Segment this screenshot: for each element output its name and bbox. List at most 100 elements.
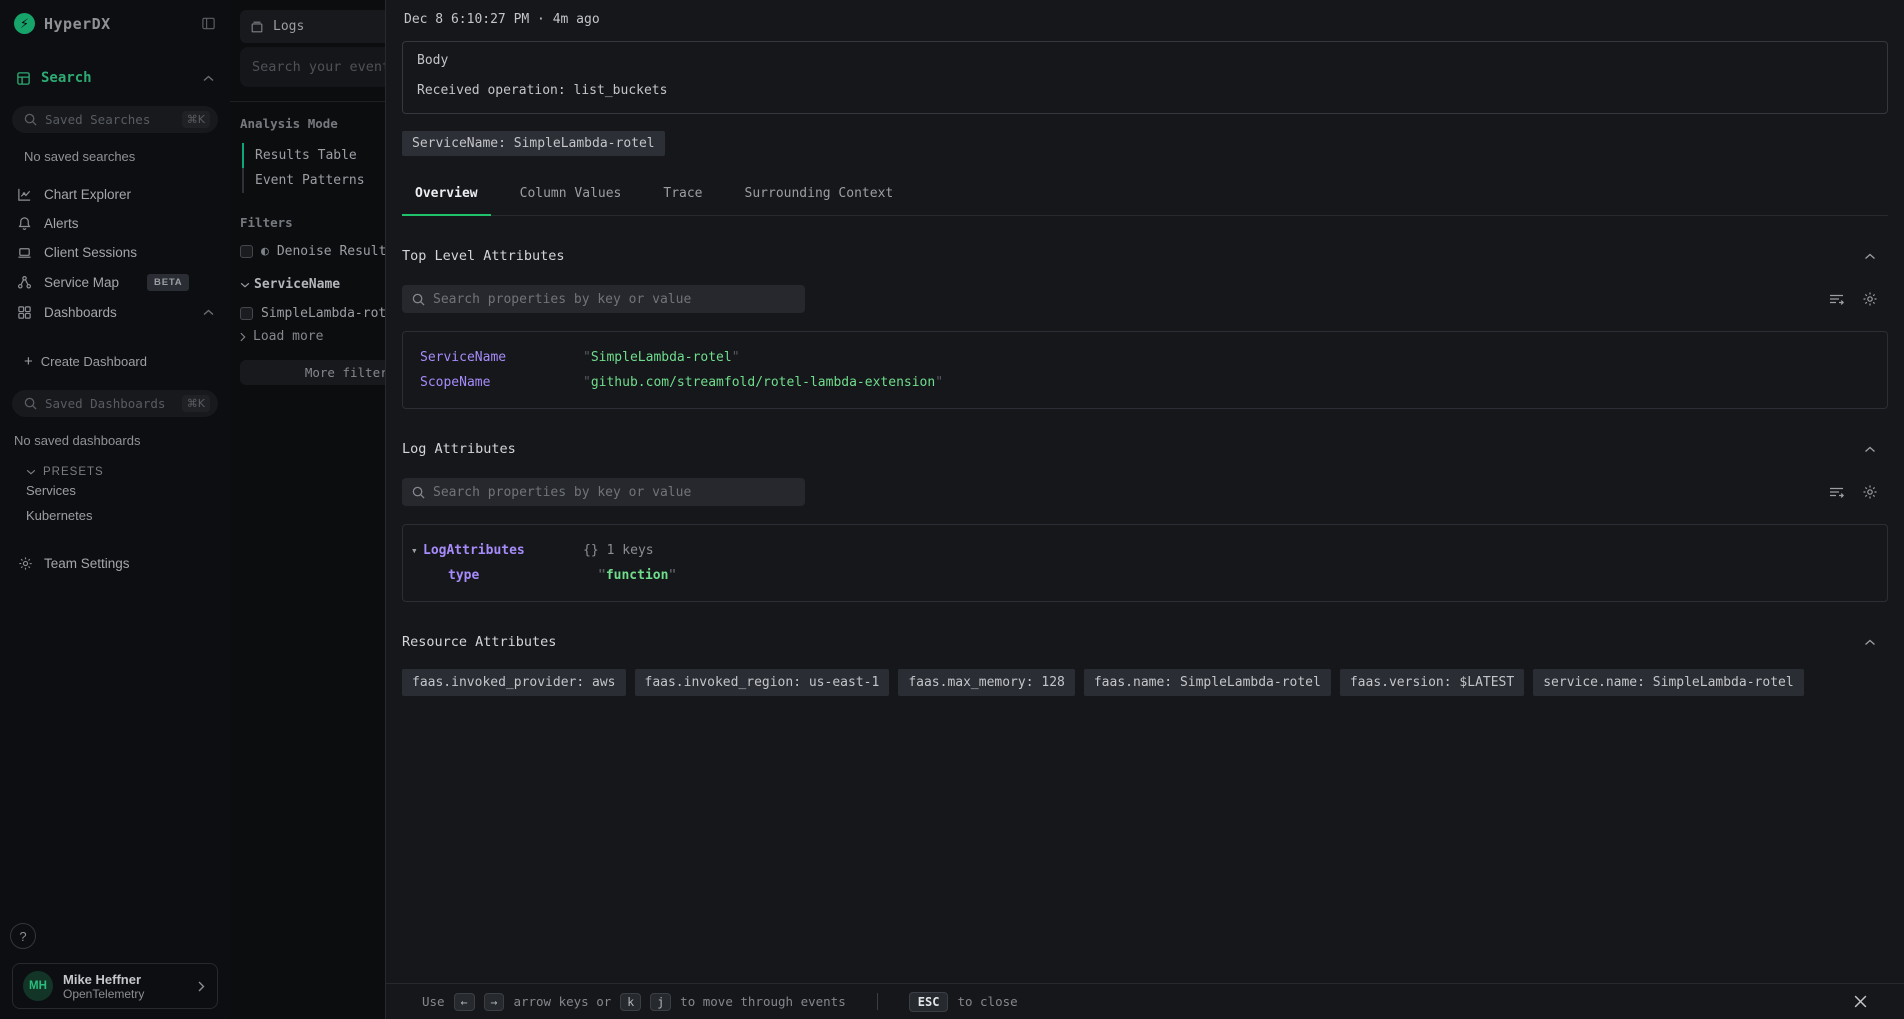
search-filter-panel: Logs Analysis Mode Results Table Event P… (230, 0, 385, 1019)
nav-label: Service Map (44, 275, 119, 290)
collapse-sidebar-icon[interactable] (201, 16, 216, 31)
saved-searches-input[interactable] (45, 112, 174, 127)
mode-results-table[interactable]: Results Table (242, 143, 385, 168)
sidebar-item-service-map[interactable]: Service Map BETA (0, 267, 230, 298)
collapse-section-icon[interactable] (1864, 446, 1888, 453)
dashboards-grid-icon (16, 305, 32, 320)
resource-chip[interactable]: service.name: SimpleLambda-rotel (1533, 669, 1803, 696)
footer-close-text: to close (957, 994, 1017, 1009)
team-settings-label: Team Settings (44, 556, 130, 571)
tab-overview[interactable]: Overview (402, 186, 491, 216)
facet-value-checkbox[interactable] (240, 307, 253, 320)
section-title: Resource Attributes (402, 634, 556, 650)
more-filters-button[interactable]: More filters (240, 360, 385, 385)
section-title: Top Level Attributes (402, 248, 565, 264)
load-more-button[interactable]: Load more (240, 329, 385, 344)
saved-dashboards-input[interactable] (45, 396, 174, 411)
analysis-mode-label: Analysis Mode (240, 116, 385, 131)
saved-dashboards-search[interactable]: ⌘K (12, 390, 218, 417)
saved-searches-search[interactable]: ⌘K (12, 106, 218, 133)
attr-value[interactable]: function (598, 568, 676, 583)
mode-event-patterns[interactable]: Event Patterns (242, 168, 385, 193)
attr-key[interactable]: ServiceName (420, 350, 583, 365)
help-button[interactable]: ? (10, 923, 36, 949)
resource-chip[interactable]: faas.version: $LATEST (1340, 669, 1524, 696)
create-dashboard-button[interactable]: Create Dashboard (0, 353, 230, 370)
service-name-tag[interactable]: ServiceName: SimpleLambda-rotel (402, 131, 665, 156)
attr-row-scopename: ScopeName github.com/streamfold/rotel-la… (403, 370, 1887, 395)
tab-trace[interactable]: Trace (650, 186, 715, 216)
sidebar-item-dashboards[interactable]: Dashboards (0, 298, 230, 327)
event-search-input[interactable] (252, 59, 385, 75)
search-icon (412, 486, 425, 499)
search-icon (24, 397, 37, 410)
chevron-down-icon (240, 282, 250, 288)
load-more-label: Load more (253, 329, 323, 344)
sidebar-item-alerts[interactable]: Alerts (0, 209, 230, 238)
preset-item-kubernetes[interactable]: Kubernetes (0, 503, 230, 528)
tree-root-meta: {}1 keys (583, 543, 654, 558)
section-resource-attributes: Resource Attributes faas.invoked_provide… (402, 634, 1888, 696)
denoise-checkbox[interactable] (240, 245, 253, 258)
footer-use-text: Use (422, 994, 445, 1009)
event-search[interactable] (240, 47, 385, 87)
nav-label: Dashboards (44, 305, 117, 320)
source-selector[interactable]: Logs (240, 10, 385, 43)
close-icon[interactable] (1853, 994, 1868, 1009)
collapse-section-icon[interactable] (1864, 253, 1888, 260)
resource-attribute-chips: faas.invoked_provider: aws faas.invoked_… (402, 669, 1888, 696)
filters-label: Filters (240, 215, 385, 230)
resource-chip[interactable]: faas.invoked_provider: aws (402, 669, 626, 696)
body-value: Received operation: list_buckets (417, 83, 1873, 98)
user-menu[interactable]: MH Mike Heffner OpenTelemetry (12, 963, 218, 1009)
logo-row: ⚡ HyperDX (0, 0, 230, 34)
tab-surrounding-context[interactable]: Surrounding Context (732, 186, 907, 216)
top-level-search[interactable] (402, 285, 805, 313)
wrap-lines-icon[interactable] (1828, 485, 1845, 499)
event-timestamp: Dec 8 6:10:27 PM · 4m ago (402, 12, 1888, 27)
denoise-results-filter[interactable]: ◐ Denoise Results (240, 244, 385, 259)
attr-row-type: type function (403, 563, 1887, 588)
sidebar-item-team-settings[interactable]: Team Settings (0, 556, 230, 571)
alerts-bell-icon (16, 216, 32, 231)
caret-down-icon[interactable] (411, 544, 423, 557)
resource-chip[interactable]: faas.name: SimpleLambda-rotel (1084, 669, 1331, 696)
sidebar-item-chart-explorer[interactable]: Chart Explorer (0, 180, 230, 209)
attr-value[interactable]: github.com/streamfold/rotel-lambda-exten… (583, 375, 943, 390)
chevron-up-icon[interactable] (203, 309, 214, 316)
attr-key[interactable]: type (448, 568, 598, 583)
search-icon (412, 293, 425, 306)
top-level-search-input[interactable] (433, 292, 795, 307)
no-saved-searches-text: No saved searches (0, 133, 230, 164)
wrap-lines-icon[interactable] (1828, 292, 1845, 306)
log-attributes-search[interactable] (402, 478, 805, 506)
event-panel-footer: Use ← → arrow keys or k j to move throug… (386, 983, 1904, 1019)
tag-row: ServiceName: SimpleLambda-rotel (402, 131, 1888, 156)
attr-value[interactable]: SimpleLambda-rotel (583, 350, 740, 365)
attr-key[interactable]: ScopeName (420, 375, 583, 390)
collapse-section-icon[interactable] (1864, 639, 1888, 646)
search-icon (24, 113, 37, 126)
key-arrow-right: → (484, 993, 505, 1011)
search-section-label: Search (41, 70, 92, 86)
denoise-label: Denoise Results (277, 244, 385, 259)
presets-label: PRESETS (43, 466, 104, 478)
settings-gear-icon[interactable] (1862, 484, 1878, 500)
tree-root-key[interactable]: LogAttributes (423, 543, 583, 558)
facet-value-row[interactable]: SimpleLambda-rotel (240, 306, 385, 321)
facet-servicename-label: ServiceName (254, 277, 340, 292)
chevron-up-icon[interactable] (203, 75, 214, 82)
facet-servicename-toggle[interactable]: ServiceName (240, 277, 385, 292)
tab-column-values[interactable]: Column Values (507, 186, 635, 216)
resource-chip[interactable]: faas.max_memory: 128 (898, 669, 1075, 696)
sidebar-section-search[interactable]: Search (0, 70, 230, 86)
preset-item-services[interactable]: Services (0, 478, 230, 503)
resource-chip[interactable]: faas.invoked_region: us-east-1 (635, 669, 890, 696)
section-title: Log Attributes (402, 441, 516, 457)
sidebar-item-client-sessions[interactable]: Client Sessions (0, 238, 230, 267)
hyperdx-logo-icon: ⚡ (14, 13, 35, 34)
presets-toggle[interactable]: PRESETS (0, 466, 230, 478)
event-tabs: Overview Column Values Trace Surrounding… (402, 186, 1888, 216)
settings-gear-icon[interactable] (1862, 291, 1878, 307)
log-attributes-search-input[interactable] (433, 485, 795, 500)
